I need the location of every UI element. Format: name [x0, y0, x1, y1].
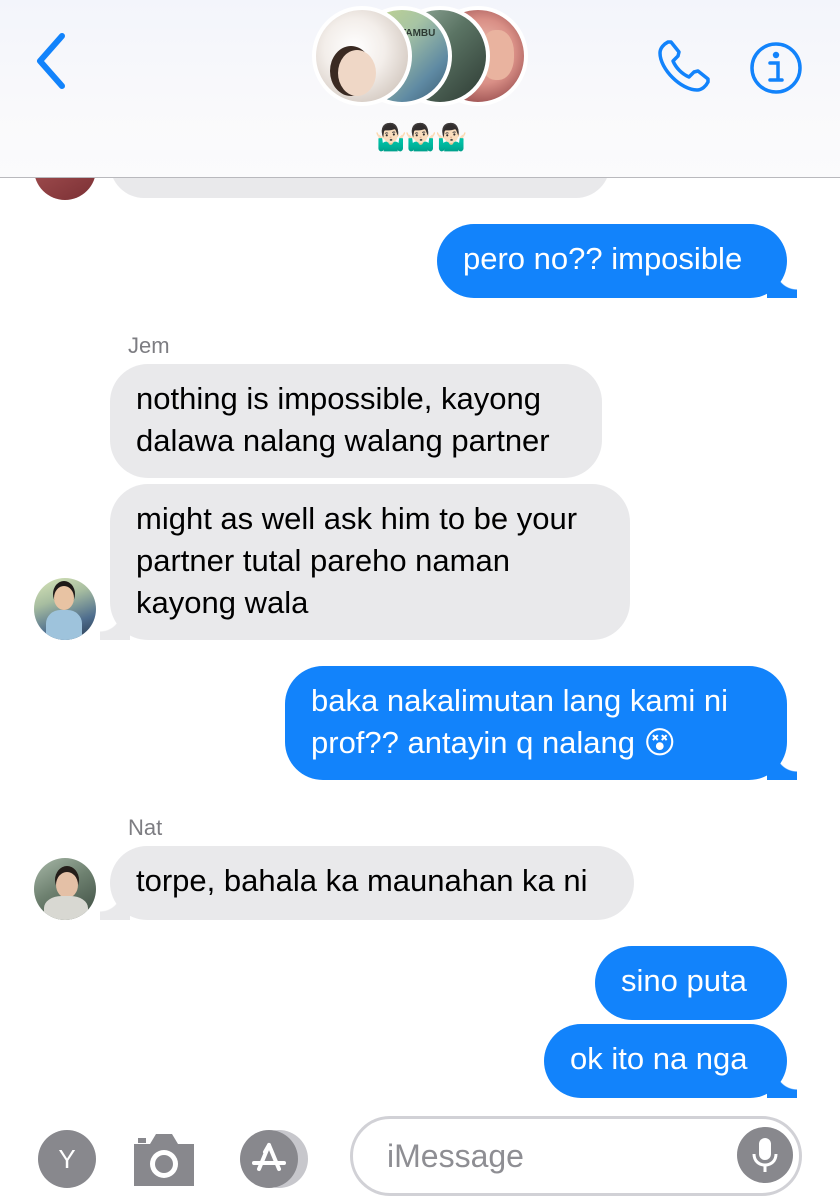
message-bubble-received[interactable]: nothing is impossible, kayong dalawa nal…: [110, 364, 602, 478]
info-button[interactable]: [748, 40, 804, 96]
sender-avatar-jem[interactable]: [34, 578, 96, 640]
group-avatars[interactable]: TAMBU: [312, 6, 528, 106]
back-button[interactable]: [30, 30, 74, 92]
phone-icon: [658, 40, 710, 92]
microphone-icon: [752, 1138, 778, 1172]
conversation-header: TAMBU 🤷🏻‍♂️🤷🏻‍♂️🤷🏻‍♂️: [0, 0, 840, 178]
message-bubble-received[interactable]: torpe, bahala ka maunahan ka ni: [100, 846, 634, 920]
sender-avatar-nat[interactable]: [34, 858, 96, 920]
composer-bar: Y: [0, 1108, 840, 1200]
group-member-avatar: [312, 6, 412, 106]
message-bubble-sent[interactable]: ok ito na nga: [544, 1024, 797, 1098]
camera-icon: [134, 1134, 194, 1186]
app-store-button[interactable]: [240, 1130, 308, 1188]
sender-name: Nat: [128, 815, 163, 840]
info-icon: [750, 42, 802, 94]
app-store-icon: [252, 1143, 286, 1171]
imessage-input[interactable]: [387, 1119, 727, 1193]
y-app-button[interactable]: Y: [38, 1130, 96, 1188]
imessage-input-field[interactable]: [350, 1116, 802, 1196]
back-chevron-icon: [37, 33, 65, 89]
call-button[interactable]: [654, 36, 714, 96]
message-bubble-sent[interactable]: baka nakalimutan lang kami ni prof?? ant…: [285, 666, 797, 780]
group-name[interactable]: 🤷🏻‍♂️🤷🏻‍♂️🤷🏻‍♂️: [360, 122, 480, 156]
message-bubble-received[interactable]: might as well ask him to be your partner…: [100, 484, 630, 640]
sender-name: Jem: [128, 333, 170, 358]
camera-button[interactable]: [130, 1128, 198, 1190]
message-bubble-sent[interactable]: sino puta: [595, 946, 787, 1020]
message-bubble-sent[interactable]: pero no?? imposible: [437, 224, 797, 298]
dictation-button[interactable]: [737, 1127, 793, 1183]
